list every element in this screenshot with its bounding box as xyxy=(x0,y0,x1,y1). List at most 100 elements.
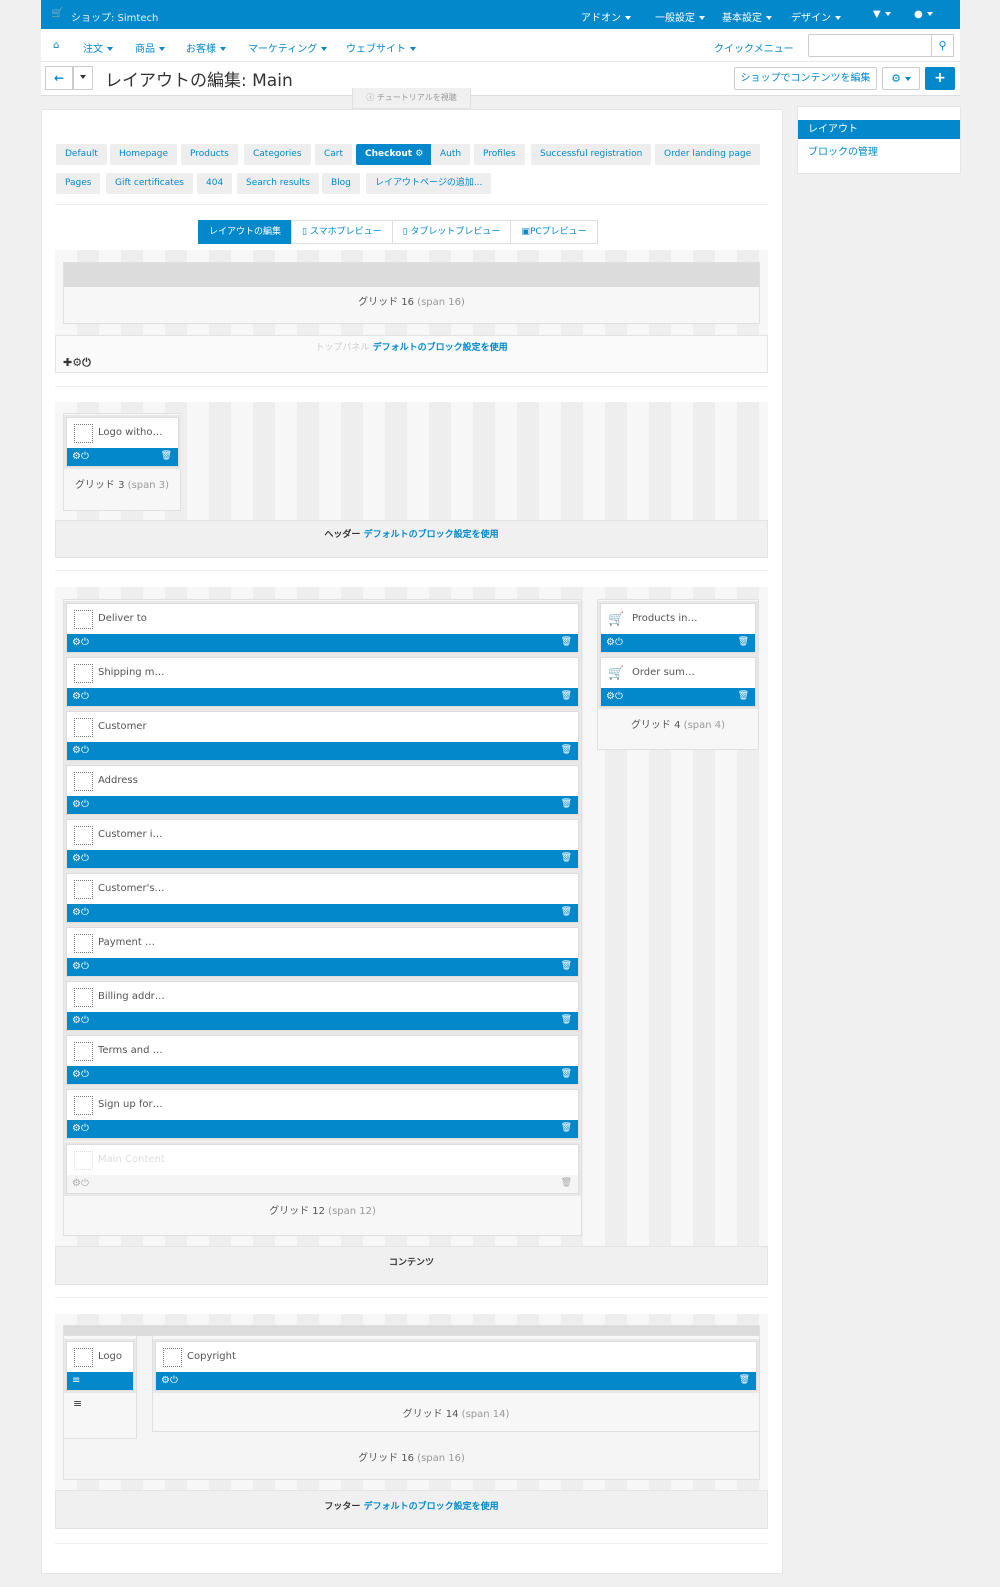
block-products-in-cart[interactable]: 🛒 Products in… ⚙⏻ 🗑 xyxy=(600,603,756,653)
caret-down-icon xyxy=(766,16,772,20)
layout-tab-blog[interactable]: Blog xyxy=(322,173,360,194)
gear-power-icon[interactable]: ⚙⏻ xyxy=(72,1178,89,1189)
layout-tab-search-results[interactable]: Search results xyxy=(237,173,319,194)
trash-icon[interactable]: 🗑 xyxy=(561,745,572,755)
block-content-item[interactable]: Customer i… ⚙⏻ 🗑 xyxy=(66,819,579,869)
use-default-block-settings-link[interactable]: デフォルトのブロック設定を使用 xyxy=(364,530,499,540)
layout-tab-cart[interactable]: Cart xyxy=(315,144,353,165)
gear-power-icon[interactable]: ⚙⏻ xyxy=(72,1015,89,1026)
menu-design[interactable]: デザイン xyxy=(791,9,841,24)
block-content-item[interactable]: Payment … ⚙⏻ 🗑 xyxy=(66,927,579,977)
search-icon[interactable]: ⚲ xyxy=(931,34,954,57)
home-icon[interactable]: ⌂ xyxy=(53,40,59,51)
trash-icon[interactable]: 🗑 xyxy=(561,1015,572,1025)
layout-tab-categories[interactable]: Categories xyxy=(244,144,311,165)
tab-phone-preview[interactable]: ▯ スマホプレビュー xyxy=(291,220,393,244)
block-content-item[interactable]: Address ⚙⏻ 🗑 xyxy=(66,765,579,815)
gear-power-icon[interactable]: ⚙⏻ xyxy=(72,907,89,918)
bell-icon[interactable]: ▼ xyxy=(873,9,891,20)
layout-tab-gift-certificates[interactable]: Gift certificates xyxy=(106,173,193,194)
trash-icon[interactable]: 🗑 xyxy=(739,1375,750,1385)
tab-desktop-preview[interactable]: ▣PCプレビュー xyxy=(510,220,598,244)
caret-down-icon xyxy=(926,12,933,16)
block-content-item[interactable]: Sign up for… ⚙⏻ 🗑 xyxy=(66,1089,579,1139)
gear-power-icon[interactable]: ⚙⏻ xyxy=(72,691,89,702)
add-button[interactable]: + xyxy=(925,67,955,90)
nav-customers[interactable]: お客様 xyxy=(186,40,226,55)
layout-tab-default[interactable]: Default xyxy=(56,144,107,165)
back-button[interactable]: ← xyxy=(45,66,73,90)
trash-icon[interactable]: 🗑 xyxy=(561,691,572,701)
tab-edit-layout[interactable]: レイアウトの編集 xyxy=(198,220,293,244)
power-icon[interactable]: ⏻ xyxy=(82,356,91,369)
sidebar-item-layouts[interactable]: レイアウト xyxy=(798,120,960,139)
nav-products[interactable]: 商品 xyxy=(135,40,165,55)
block-content-item[interactable]: Deliver to ⚙⏻ 🗑 xyxy=(66,603,579,653)
block-content-item[interactable]: Terms and … ⚙⏻ 🗑 xyxy=(66,1035,579,1085)
layout-tab-404[interactable]: 404 xyxy=(197,173,233,194)
quick-menu[interactable]: クイックメニュー xyxy=(714,40,794,55)
gear-power-icon[interactable]: ⚙⏻ xyxy=(161,1375,178,1386)
menu-general-settings[interactable]: 一般設定 xyxy=(655,9,705,24)
tab-tablet-preview[interactable]: ▯ タブレットプレビュー xyxy=(391,220,512,244)
top-panel-grid[interactable]: グリッド 16 (span 16) xyxy=(63,262,760,324)
add-layout-page-button[interactable]: レイアウトページの追加... xyxy=(366,173,492,194)
shop-name-link[interactable]: ショップ: Simtech xyxy=(71,9,158,24)
trash-icon[interactable]: 🗑 xyxy=(561,907,572,917)
trash-icon[interactable]: 🗑 xyxy=(738,637,749,647)
block-logo[interactable]: Logo witho… ⚙⏻ 🗑 xyxy=(66,417,179,467)
gear-power-icon[interactable]: ⚙⏻ xyxy=(72,451,89,462)
trash-icon[interactable]: 🗑 xyxy=(561,1069,572,1079)
gear-power-icon[interactable]: ⚙⏻ xyxy=(72,745,89,756)
layout-tab-products[interactable]: Products xyxy=(181,144,238,165)
gear-power-icon[interactable]: ⚙⏻ xyxy=(606,637,623,648)
gear-icon[interactable]: ⚙ xyxy=(72,356,82,369)
block-content-item[interactable]: Billing addr… ⚙⏻ 🗑 xyxy=(66,981,579,1031)
block-footer-logo[interactable]: Logo ≡ xyxy=(66,1341,134,1391)
layout-tab-profiles[interactable]: Profiles xyxy=(474,144,525,165)
use-default-block-settings-link[interactable]: デフォルトのブロック設定を使用 xyxy=(373,343,508,353)
block-main-content[interactable]: Main Content ⚙⏻ 🗑 xyxy=(66,1144,579,1194)
layout-tab-homepage[interactable]: Homepage xyxy=(110,144,178,165)
edit-content-in-store-button[interactable]: ショップでコンテンツを編集 xyxy=(734,67,877,90)
gear-power-icon[interactable]: ⚙⏻ xyxy=(72,637,89,648)
trash-icon[interactable]: 🗑 xyxy=(561,961,572,971)
settings-dropdown-button[interactable]: ⚙ xyxy=(882,67,920,90)
menu-basic-settings[interactable]: 基本設定 xyxy=(722,9,772,24)
trash-icon[interactable]: 🗑 xyxy=(561,1178,572,1188)
use-default-block-settings-link[interactable]: デフォルトのブロック設定を使用 xyxy=(364,1502,499,1512)
trash-icon[interactable]: 🗑 xyxy=(561,1123,572,1133)
menu-icon[interactable]: ≡ xyxy=(73,1397,82,1410)
layout-tab-auth[interactable]: Auth xyxy=(431,144,471,165)
layout-tab-successful-registration[interactable]: Successful registration xyxy=(531,144,652,165)
plus-icon[interactable]: ✚ xyxy=(63,356,72,369)
nav-orders[interactable]: 注文 xyxy=(83,40,113,55)
trash-icon[interactable]: 🗑 xyxy=(561,637,572,647)
nav-marketing[interactable]: マーケティング xyxy=(248,40,328,55)
gear-power-icon[interactable]: ⚙⏻ xyxy=(72,961,89,972)
layout-tab-pages[interactable]: Pages xyxy=(56,173,101,194)
gear-power-icon[interactable]: ⚙⏻ xyxy=(72,853,89,864)
block-content-item[interactable]: Customer's… ⚙⏻ 🗑 xyxy=(66,873,579,923)
nav-website[interactable]: ウェブサイト xyxy=(346,40,416,55)
layout-tab-order-landing-page[interactable]: Order landing page xyxy=(655,144,761,165)
block-order-summary[interactable]: 🛒 Order sum… ⚙⏻ 🗑 xyxy=(600,657,756,707)
block-content-item[interactable]: Customer ⚙⏻ 🗑 xyxy=(66,711,579,761)
trash-icon[interactable]: 🗑 xyxy=(738,691,749,701)
menu-icon[interactable]: ≡ xyxy=(72,1375,80,1386)
trash-icon[interactable]: 🗑 xyxy=(561,799,572,809)
back-dropdown-button[interactable] xyxy=(73,66,93,90)
gear-power-icon[interactable]: ⚙⏻ xyxy=(72,1123,89,1134)
gear-power-icon[interactable]: ⚙⏻ xyxy=(606,691,623,702)
tutorial-tab[interactable]: ⓘ チュートリアルを視聴 xyxy=(352,88,471,109)
gear-power-icon[interactable]: ⚙⏻ xyxy=(72,799,89,810)
user-icon[interactable]: ● xyxy=(914,9,933,20)
menu-addons[interactable]: アドオン xyxy=(581,9,631,24)
block-copyright[interactable]: Copyright ⚙⏻ 🗑 xyxy=(155,1341,757,1391)
sidebar-item-manage-blocks[interactable]: ブロックの管理 xyxy=(808,143,878,158)
trash-icon[interactable]: 🗑 xyxy=(161,451,172,461)
layout-tab-checkout[interactable]: Checkout ⚙ xyxy=(356,144,433,165)
trash-icon[interactable]: 🗑 xyxy=(561,853,572,863)
gear-power-icon[interactable]: ⚙⏻ xyxy=(72,1069,89,1080)
block-content-item[interactable]: Shipping m… ⚙⏻ 🗑 xyxy=(66,657,579,707)
